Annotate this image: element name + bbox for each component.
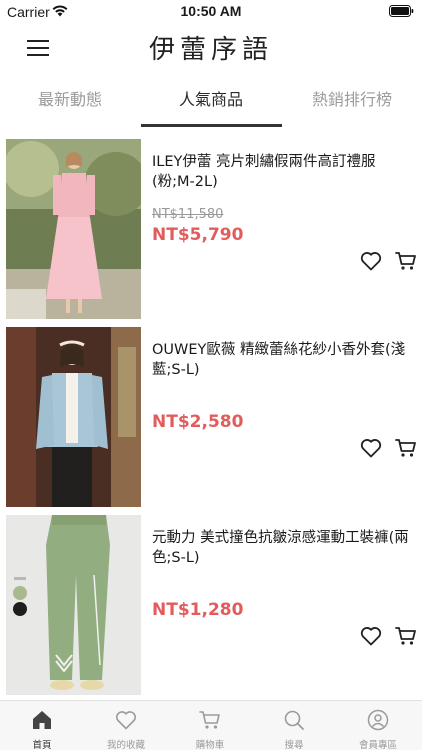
user-icon bbox=[367, 709, 389, 731]
heart-icon[interactable] bbox=[360, 626, 382, 646]
active-tab-indicator bbox=[141, 124, 282, 127]
tab-bar-home[interactable]: 首頁 bbox=[0, 701, 84, 750]
tab-latest-news[interactable]: 最新動態 bbox=[0, 78, 140, 128]
product-card[interactable]: ILEY伊蕾 亮片刺繡假兩件高訂禮服(粉;M-2L) NT$11,580 NT$… bbox=[0, 137, 422, 319]
battery-icon bbox=[389, 5, 414, 17]
tab-popular-products[interactable]: 人氣商品 bbox=[141, 78, 281, 128]
sale-price: NT$5,790 bbox=[152, 225, 244, 245]
tab-bestseller-ranking[interactable]: 熱銷排行榜 bbox=[282, 78, 422, 128]
category-tabs: 最新動態 人氣商品 熱銷排行榜 bbox=[0, 78, 422, 128]
sale-price: NT$1,280 bbox=[152, 600, 244, 620]
product-name[interactable]: OUWEY歐薇 精緻蕾絲花紗小香外套(淺藍;S-L) bbox=[152, 340, 414, 380]
tab-bar-label: 首頁 bbox=[32, 740, 52, 750]
search-icon bbox=[284, 710, 304, 730]
status-time: 10:50 AM bbox=[180, 3, 242, 19]
product-image[interactable] bbox=[6, 515, 141, 695]
add-to-cart-icon[interactable] bbox=[395, 626, 417, 646]
heart-icon[interactable] bbox=[360, 438, 382, 458]
heart-icon[interactable] bbox=[360, 251, 382, 271]
product-name[interactable]: ILEY伊蕾 亮片刺繡假兩件高訂禮服(粉;M-2L) bbox=[152, 152, 414, 192]
heart-icon bbox=[115, 711, 137, 730]
tab-bar-label: 購物車 bbox=[195, 740, 225, 750]
tab-bar-label: 我的收藏 bbox=[106, 740, 145, 750]
status-bar: Carrier 10:50 AM bbox=[0, 0, 422, 24]
bottom-tab-bar: 首頁 我的收藏 購物車 搜尋 會員專區 bbox=[0, 700, 422, 750]
tab-bar-label: 會員專區 bbox=[358, 740, 397, 750]
add-to-cart-icon[interactable] bbox=[395, 438, 417, 458]
tab-bar-member[interactable]: 會員專區 bbox=[336, 701, 420, 750]
tab-bar-favorites[interactable]: 我的收藏 bbox=[84, 701, 168, 750]
tab-bar-label: 搜尋 bbox=[284, 740, 304, 750]
sale-price: NT$2,580 bbox=[152, 412, 244, 432]
navigation-bar: 伊蕾序語 bbox=[0, 24, 422, 72]
product-list[interactable]: ILEY伊蕾 亮片刺繡假兩件高訂禮服(粉;M-2L) NT$11,580 NT$… bbox=[0, 137, 422, 700]
tab-bar-search[interactable]: 搜尋 bbox=[252, 701, 336, 750]
product-image[interactable] bbox=[6, 327, 141, 507]
product-image[interactable] bbox=[6, 139, 141, 319]
brand-title: 伊蕾序語 bbox=[148, 35, 273, 65]
product-name[interactable]: 元動力 美式撞色抗皺涼感運動工裝褲(兩色;S-L) bbox=[152, 528, 414, 568]
cart-icon bbox=[199, 711, 220, 729]
add-to-cart-icon[interactable] bbox=[395, 251, 417, 271]
original-price: NT$11,580 bbox=[152, 207, 224, 222]
tab-bar-cart[interactable]: 購物車 bbox=[168, 701, 252, 750]
product-card[interactable]: OUWEY歐薇 精緻蕾絲花紗小香外套(淺藍;S-L) NT$2,580 bbox=[0, 325, 422, 507]
product-card[interactable]: 元動力 美式撞色抗皺涼感運動工裝褲(兩色;S-L) NT$1,280 bbox=[0, 513, 422, 695]
home-icon bbox=[33, 711, 51, 729]
